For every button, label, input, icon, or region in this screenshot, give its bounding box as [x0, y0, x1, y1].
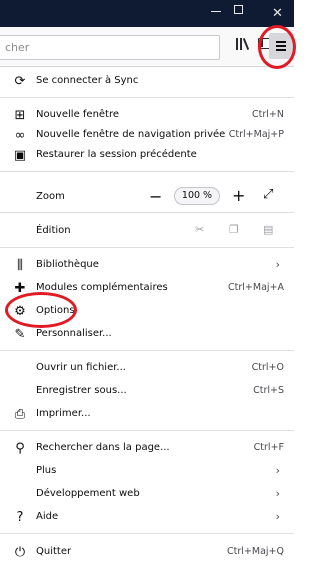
- menu-item-zoom: Zoom − 100 % + ⤢: [0, 186, 294, 209]
- separator: [0, 533, 294, 534]
- zoom-out-button[interactable]: −: [149, 187, 163, 206]
- menu-item-library[interactable]: ⫼ Bibliothèque ›: [0, 255, 294, 277]
- menu-item-label: Rechercher dans la page...: [36, 442, 170, 453]
- shortcut-label: Ctrl+N: [252, 109, 284, 120]
- menu-item-label: Enregistrer sous...: [36, 385, 127, 396]
- shortcut-label: Ctrl+S: [253, 385, 284, 396]
- menu-item-label: Édition: [36, 225, 71, 236]
- menu-item-print[interactable]: ⎙ Imprimer...: [0, 404, 294, 426]
- menu-item-label: Aide: [36, 511, 59, 522]
- menu-item-label: Nouvelle fenêtre de navigation privée: [36, 129, 226, 140]
- zoom-in-button[interactable]: +: [232, 186, 245, 205]
- menu-item-private-window[interactable]: ∞ Nouvelle fenêtre de navigation privée …: [0, 125, 294, 147]
- menu-item-label: Ouvrir un fichier...: [36, 362, 126, 373]
- separator: [0, 350, 294, 351]
- menu-item-label: Restaurer la session précédente: [36, 149, 197, 160]
- menu-item-restore-session[interactable]: ▣ Restaurer la session précédente: [0, 145, 294, 167]
- menu-item-open-file[interactable]: Ouvrir un fichier... Ctrl+O: [0, 358, 294, 380]
- separator: [0, 171, 294, 172]
- separator: [0, 430, 294, 431]
- shortcut-label: Ctrl+Maj+P: [228, 129, 284, 140]
- power-icon: ⏻: [14, 545, 26, 560]
- menu-item-label: Quitter: [36, 546, 72, 557]
- menu-item-label: Zoom: [36, 191, 65, 202]
- magnifier-icon: ⚲: [15, 441, 25, 456]
- menu-item-label: Nouvelle fenêtre: [36, 109, 120, 120]
- library-icon[interactable]: [236, 38, 250, 50]
- chevron-right-icon: ›: [275, 510, 280, 523]
- menu-item-save-as[interactable]: Enregistrer sous... Ctrl+S: [0, 381, 294, 403]
- paintbrush-icon: ✎: [14, 327, 26, 342]
- separator: [0, 97, 294, 98]
- help-icon: ?: [16, 510, 24, 525]
- close-window-button[interactable]: ✕: [258, 0, 298, 27]
- restore-session-icon: ▣: [13, 148, 27, 163]
- menu-item-label: Personnaliser...: [36, 328, 112, 339]
- menu-item-label: Développement web: [36, 488, 140, 499]
- chevron-right-icon: ›: [275, 464, 280, 477]
- menu-item-find[interactable]: ⚲ Rechercher dans la page... Ctrl+F: [0, 438, 294, 460]
- menu-item-more[interactable]: Plus ›: [0, 461, 294, 483]
- shortcut-label: Ctrl+Maj+A: [228, 282, 284, 293]
- fullscreen-icon[interactable]: ⤢: [263, 187, 273, 202]
- menu-item-quit[interactable]: ⏻ Quitter Ctrl+Maj+Q: [0, 542, 294, 564]
- separator: [0, 247, 294, 248]
- private-mask-icon: ∞: [14, 128, 26, 143]
- menu-item-label: Imprimer...: [36, 408, 91, 419]
- menu-item-web-dev[interactable]: Développement web ›: [0, 484, 294, 506]
- paste-icon[interactable]: ▤: [263, 223, 273, 236]
- menu-item-label: Plus: [36, 465, 57, 476]
- library-icon: ⫼: [17, 258, 23, 273]
- cut-icon[interactable]: ✂: [195, 223, 204, 236]
- separator: [0, 212, 294, 213]
- printer-icon: ⎙: [14, 407, 26, 422]
- shortcut-label: Ctrl+F: [253, 442, 284, 453]
- chevron-right-icon: ›: [275, 258, 280, 271]
- menu-item-edit: Édition ✂ ❐ ▤: [0, 221, 294, 243]
- menu-item-new-window[interactable]: ⊞ Nouvelle fenêtre Ctrl+N: [0, 105, 294, 127]
- zoom-reset-button[interactable]: 100 %: [174, 187, 220, 205]
- sync-icon: ⟳: [14, 74, 26, 89]
- menu-item-label: Modules complémentaires: [36, 282, 168, 293]
- shortcut-label: Ctrl+Maj+Q: [227, 546, 284, 557]
- menu-item-sync[interactable]: ⟳ Se connecter à Sync: [0, 71, 294, 93]
- shortcut-label: Ctrl+O: [251, 362, 284, 373]
- new-window-icon: ⊞: [14, 108, 26, 123]
- annotation-circle-options: [5, 292, 77, 328]
- copy-icon[interactable]: ❐: [229, 223, 239, 236]
- menu-item-label: Se connecter à Sync: [36, 75, 139, 86]
- chevron-right-icon: ›: [275, 487, 280, 500]
- window-titlebar: ✕: [0, 0, 294, 27]
- menu-item-label: Bibliothèque: [36, 259, 99, 270]
- menu-item-help[interactable]: ? Aide ›: [0, 507, 294, 529]
- search-input[interactable]: cher: [0, 35, 220, 60]
- annotation-circle-menu: [258, 25, 296, 69]
